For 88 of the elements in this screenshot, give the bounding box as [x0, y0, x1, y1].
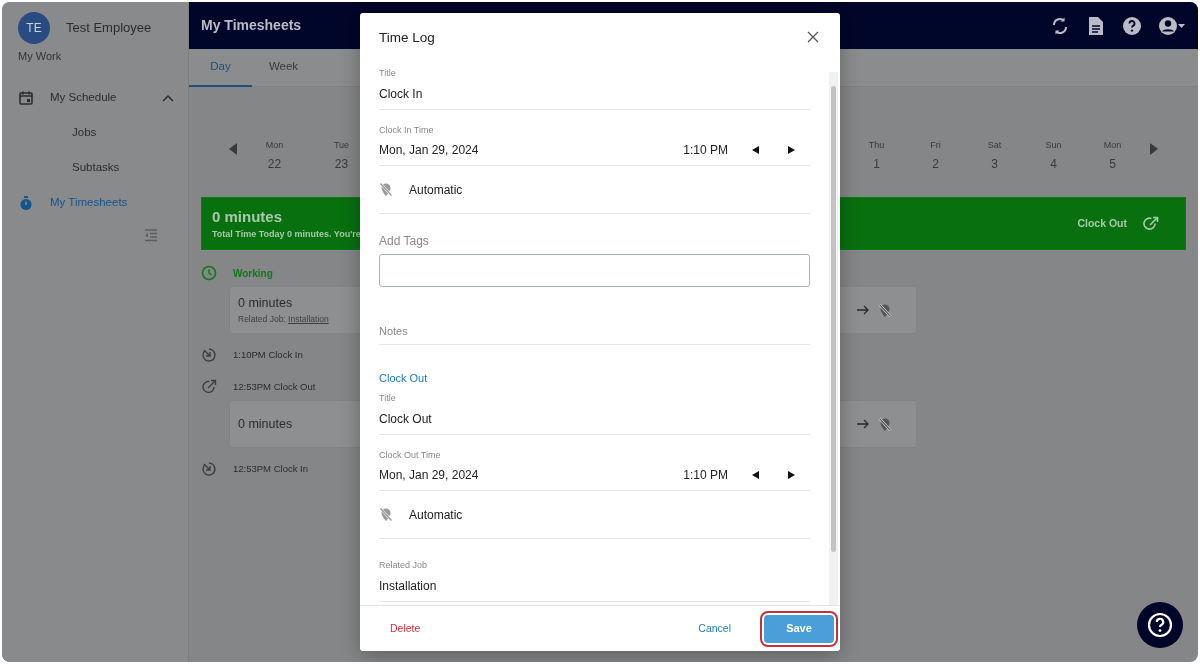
clock-out-icon [1143, 215, 1159, 232]
day-button[interactable]: Thu 1 [847, 139, 906, 173]
field-label: Clock Out Time [379, 448, 441, 462]
help-button[interactable] [1137, 602, 1183, 648]
status-label: Working [233, 266, 273, 281]
triangle-right-icon [788, 146, 795, 154]
refresh-icon [1050, 15, 1070, 36]
location-off-icon [379, 507, 393, 522]
field-value[interactable]: Clock Out [379, 409, 432, 428]
day-button[interactable]: Tue 23 [312, 139, 371, 173]
day-button[interactable]: Fri 2 [906, 139, 965, 173]
clock-in-icon [201, 347, 217, 363]
date-field[interactable]: Mon, Jan 29, 2024 [379, 141, 684, 159]
section-label: My Work [18, 49, 63, 64]
day-button[interactable]: Sun 4 [1024, 139, 1083, 173]
help-icon [1122, 15, 1142, 36]
refresh-button[interactable] [1050, 15, 1070, 36]
close-icon [807, 31, 819, 43]
dialog-title: Time Log [379, 28, 435, 47]
sidebar-item[interactable]: My Timesheets [18, 185, 174, 221]
field-label: Clock In Time [379, 123, 434, 137]
location-mode: Automatic [409, 181, 463, 199]
cancel-button[interactable]: Cancel [698, 620, 731, 637]
sidebar-subitem[interactable]: Jobs [18, 115, 174, 151]
next-time-button[interactable] [788, 146, 795, 154]
stopwatch-icon [18, 195, 34, 211]
day-button[interactable]: Sat 3 [965, 139, 1024, 173]
triangle-left-icon [229, 143, 237, 155]
total-time-summary: Total Time Today 0 minutes. You're [212, 228, 361, 241]
account-menu-button[interactable] [1158, 15, 1186, 36]
close-button[interactable] [807, 31, 821, 45]
clock-in-entry: 1:10PM Clock In [233, 347, 303, 362]
section-heading: Clock Out [379, 370, 429, 386]
day-button[interactable]: Mon 5 [1083, 139, 1142, 173]
user-icon [1158, 15, 1186, 36]
previous-time-button[interactable] [752, 146, 759, 154]
arrow-right-icon [856, 304, 870, 316]
time-field[interactable]: 1:10 PM [683, 466, 728, 484]
triangle-left-icon [752, 471, 759, 479]
next-time-button[interactable] [788, 471, 795, 479]
sidebar-item[interactable]: My Schedule [18, 80, 174, 116]
location-off-icon [878, 416, 892, 432]
location-off-icon [379, 182, 393, 197]
clock-icon [201, 265, 217, 281]
related-job: Related Job: Installation [238, 313, 329, 326]
arrow-right-icon [856, 418, 870, 430]
delete-button[interactable]: Delete [390, 620, 421, 637]
clock-out-button[interactable]: Clock Out [1077, 215, 1159, 232]
clock-in-icon [201, 461, 217, 477]
document-button[interactable] [1086, 15, 1106, 36]
triangle-right-icon [788, 471, 795, 479]
field-label: Add Tags [379, 233, 430, 250]
time-field[interactable]: 1:10 PM [683, 141, 728, 159]
document-icon [1086, 15, 1106, 36]
sidebar-subitem[interactable]: Subtasks [18, 150, 174, 186]
field-value[interactable]: Installation [379, 576, 437, 595]
clock-in-entry: 12:53PM Clock In [233, 461, 308, 476]
previous-time-button[interactable] [752, 471, 759, 479]
triangle-right-icon [1150, 143, 1158, 155]
collapse-icon [144, 228, 158, 242]
field-label: Related Job [379, 559, 428, 572]
duration: 0 minutes [238, 295, 293, 313]
field-label: Title [379, 67, 396, 80]
notes-field[interactable]: Notes [379, 323, 810, 340]
help-button[interactable] [1122, 15, 1142, 36]
clock-out-entry: 12:53PM Clock Out [233, 379, 316, 394]
help-icon [1147, 612, 1173, 638]
next-week-button[interactable] [1150, 143, 1158, 155]
field-label: Title [379, 392, 396, 405]
scrollbar[interactable] [829, 72, 838, 605]
clock-out-icon [201, 379, 217, 395]
triangle-left-icon [752, 146, 759, 154]
previous-week-button[interactable] [229, 143, 237, 155]
user-name: Test Employee [66, 19, 152, 38]
tab[interactable]: Week [252, 49, 315, 87]
tab[interactable]: Day [189, 49, 252, 87]
duration: 0 minutes [238, 415, 293, 433]
field-value[interactable]: Clock In [379, 84, 423, 103]
avatar: TE [18, 12, 50, 44]
location-off-icon [878, 302, 892, 318]
job-link[interactable]: Installation [288, 314, 329, 324]
calendar-icon [18, 90, 34, 106]
page-title: My Timesheets [201, 16, 303, 35]
day-button[interactable]: Mon 22 [245, 139, 304, 173]
tags-input[interactable] [379, 254, 810, 287]
total-time: 0 minutes [212, 206, 283, 227]
date-field[interactable]: Mon, Jan 29, 2024 [379, 466, 684, 484]
location-mode: Automatic [409, 506, 463, 524]
